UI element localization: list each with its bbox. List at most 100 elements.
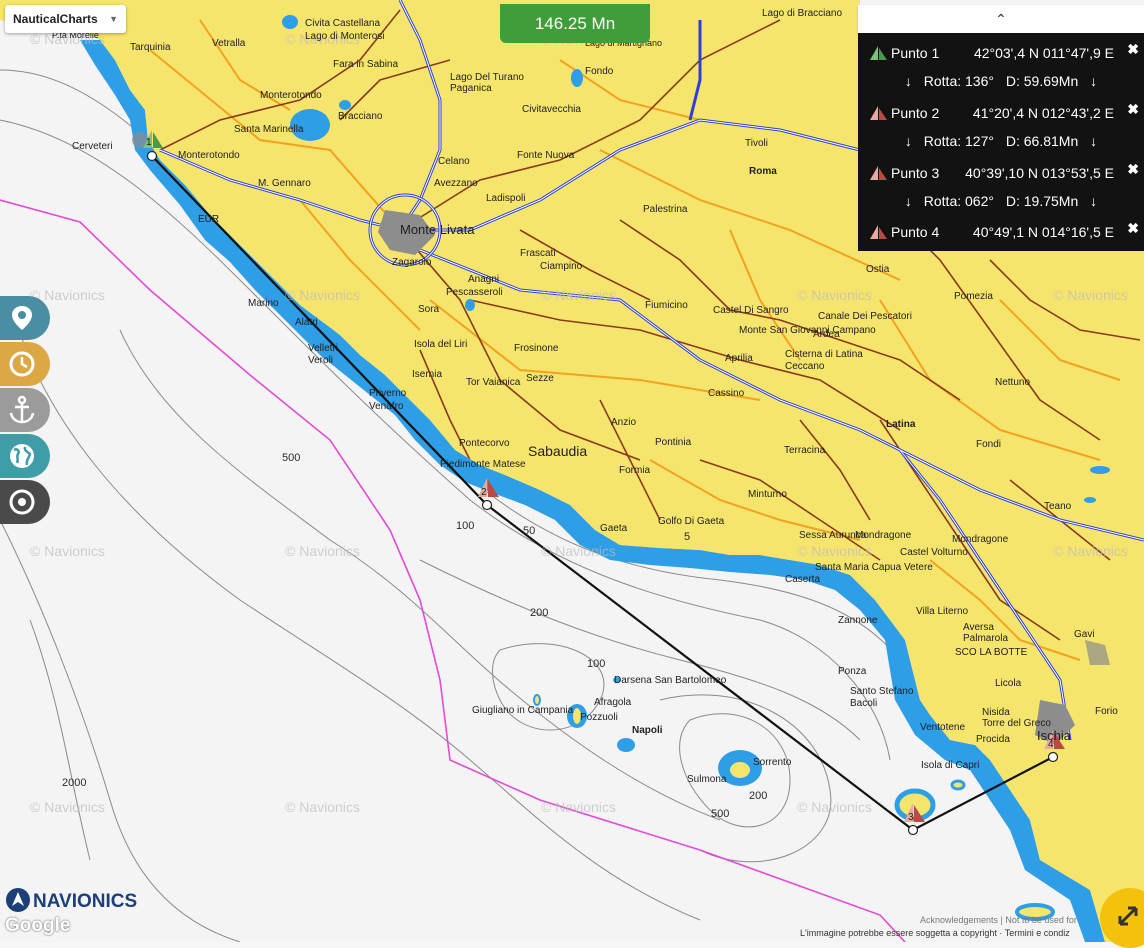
down-arrow-icon: ↓ — [904, 133, 912, 149]
waypoint-row[interactable]: Punto 3 40°39',10 N 013°53',5 E ✖ — [858, 161, 1144, 187]
side-toolbar — [0, 296, 50, 526]
place-label: Minturno — [748, 489, 787, 500]
place-label: Sorrento — [753, 757, 792, 768]
place-label: Monte San Giovanni Campano — [739, 325, 876, 336]
leg-row: ↓ Rotta: 127° D: 66.81Mn ↓ — [858, 133, 1144, 155]
place-label: Formia — [619, 465, 651, 476]
remove-waypoint-icon[interactable]: ✖ — [1127, 41, 1139, 58]
leg-course: Rotta: 062° — [923, 193, 994, 209]
leg-course: Rotta: 136° — [923, 73, 994, 89]
sailboat-green-icon — [870, 46, 887, 60]
waypoint-row[interactable]: Punto 2 41°20',4 N 012°43',2 E ✖ — [858, 101, 1144, 127]
place-label: Isola del Liri — [414, 339, 467, 350]
route-panel-toggle[interactable]: ⌃ — [858, 5, 1144, 33]
place-label: Alatri — [295, 317, 318, 328]
place-label: Ciampino — [540, 261, 583, 272]
place-label: Ardea — [813, 329, 840, 340]
place-label: Isernia — [412, 369, 442, 380]
place-label: Santa Marinella — [234, 124, 304, 135]
navionics-watermark: © Navionics — [1053, 543, 1128, 559]
place-label: Aversa — [963, 622, 994, 633]
place-label: Ventotene — [920, 722, 965, 733]
place-label: Cassino — [708, 388, 745, 399]
svg-text:3: 3 — [908, 812, 914, 823]
waypoint-name: Punto 1 — [891, 45, 940, 61]
waypoint-row[interactable]: Punto 4 40°49',1 N 014°16',5 E ✖ — [858, 220, 1144, 246]
place-label: Venafro — [369, 401, 404, 412]
leg-distance: D: 66.81Mn — [1005, 133, 1079, 149]
place-label: Isola di Capri — [921, 760, 979, 771]
globe-button[interactable] — [0, 434, 50, 478]
copyright-notice: L'immagine potrebbe essere soggetta a co… — [800, 928, 1070, 938]
place-label: Santa Maria Capua Vetere — [815, 562, 933, 573]
navionics-watermark: © Navionics — [797, 543, 872, 559]
remove-waypoint-icon[interactable]: ✖ — [1127, 101, 1139, 118]
place-label: Fondo — [585, 66, 614, 77]
place-label: Fara in Sabina — [333, 59, 398, 70]
place-label: Castel Di Sangro — [713, 305, 789, 316]
waypoint-coordinates: 42°03',4 N 011°47',9 E — [973, 45, 1114, 61]
place-label: Palestrina — [643, 204, 688, 215]
chart-layer-select[interactable]: NauticalCharts ▼ — [5, 5, 126, 33]
navionics-wordmark: NAVIONICS — [33, 891, 137, 912]
place-label: Anzio — [611, 417, 636, 428]
place-label: M. Gennaro — [258, 178, 311, 189]
navionics-watermark: © Navionics — [30, 799, 105, 815]
place-label: Licola — [995, 678, 1022, 689]
route-details-panel: Punto 1 42°03',4 N 011°47',9 E ✖ ↓ Rotta… — [858, 33, 1144, 251]
place-label: Frascati — [520, 248, 556, 259]
leg-row: ↓ Rotta: 062° D: 19.75Mn ↓ — [858, 193, 1144, 215]
place-label: Fondi — [976, 439, 1001, 450]
waypoint-row[interactable]: Punto 1 42°03',4 N 011°47',9 E ✖ — [858, 41, 1144, 67]
place-label: EUR — [198, 214, 219, 225]
place-label: Vetralla — [212, 38, 246, 49]
place-label: Villa Literno — [916, 606, 969, 617]
place-label: Palmarola — [963, 633, 1008, 644]
place-label: Santo Stefano — [850, 686, 914, 697]
place-label: Ponza — [838, 666, 867, 677]
place-label: Pontinia — [655, 437, 692, 448]
svg-text:1: 1 — [146, 137, 152, 148]
location-pin-button[interactable] — [0, 296, 50, 340]
place-label: Monterotondo — [260, 90, 322, 101]
history-button[interactable] — [0, 342, 50, 386]
acknowledgements-link[interactable]: Acknowledgements | Not to be used for — [920, 915, 1077, 925]
place-label: Lago Del Turano — [450, 72, 524, 83]
leg-row: ↓ Rotta: 136° D: 59.69Mn ↓ — [858, 73, 1144, 95]
depth-sounding-label: 2000 — [62, 777, 86, 789]
depth-sounding-label: 500 — [711, 808, 729, 820]
waypoint-name: Punto 2 — [891, 105, 940, 121]
anchor-icon — [9, 395, 35, 424]
navionics-watermark: © Navionics — [541, 799, 616, 815]
depth-sounding-label: 200 — [530, 607, 548, 619]
place-label: Canale Dei Pescatori — [818, 311, 912, 322]
terms-link[interactable]: Termini e condiz — [1005, 928, 1070, 938]
place-label: Tor Vaianica — [466, 377, 521, 388]
place-label: Napoli — [632, 725, 663, 736]
place-label: Fonte Nuova — [517, 150, 575, 161]
sailboat-red-icon — [870, 166, 887, 180]
waypoint-coordinates: 41°20',4 N 012°43',2 E — [972, 105, 1114, 121]
navionics-watermark: © Navionics — [541, 287, 616, 303]
place-label: Avezzano — [434, 178, 478, 189]
target-button[interactable] — [0, 480, 50, 524]
place-label: Tivoli — [745, 138, 768, 149]
remove-waypoint-icon[interactable]: ✖ — [1127, 220, 1139, 237]
google-logo: Google — [5, 915, 71, 936]
anchor-button[interactable] — [0, 388, 50, 432]
place-label: Procida — [976, 734, 1010, 745]
place-label: Frosinone — [514, 343, 559, 354]
navionics-watermark: © Navionics — [797, 287, 872, 303]
svg-text:2: 2 — [481, 487, 487, 498]
remove-waypoint-icon[interactable]: ✖ — [1127, 161, 1139, 178]
place-label: Mondragone — [952, 534, 1009, 545]
depth-sounding-label: 50 — [523, 525, 535, 537]
place-label: Zannone — [838, 615, 878, 626]
clock-icon — [9, 351, 35, 377]
place-label: Nettuno — [995, 377, 1030, 388]
place-label: Fiumicino — [645, 300, 688, 311]
globe-icon — [10, 444, 34, 468]
sailboat-red-icon — [870, 106, 887, 120]
down-arrow-icon: ↓ — [1090, 133, 1098, 149]
place-label: Pescasseroli — [446, 287, 503, 298]
